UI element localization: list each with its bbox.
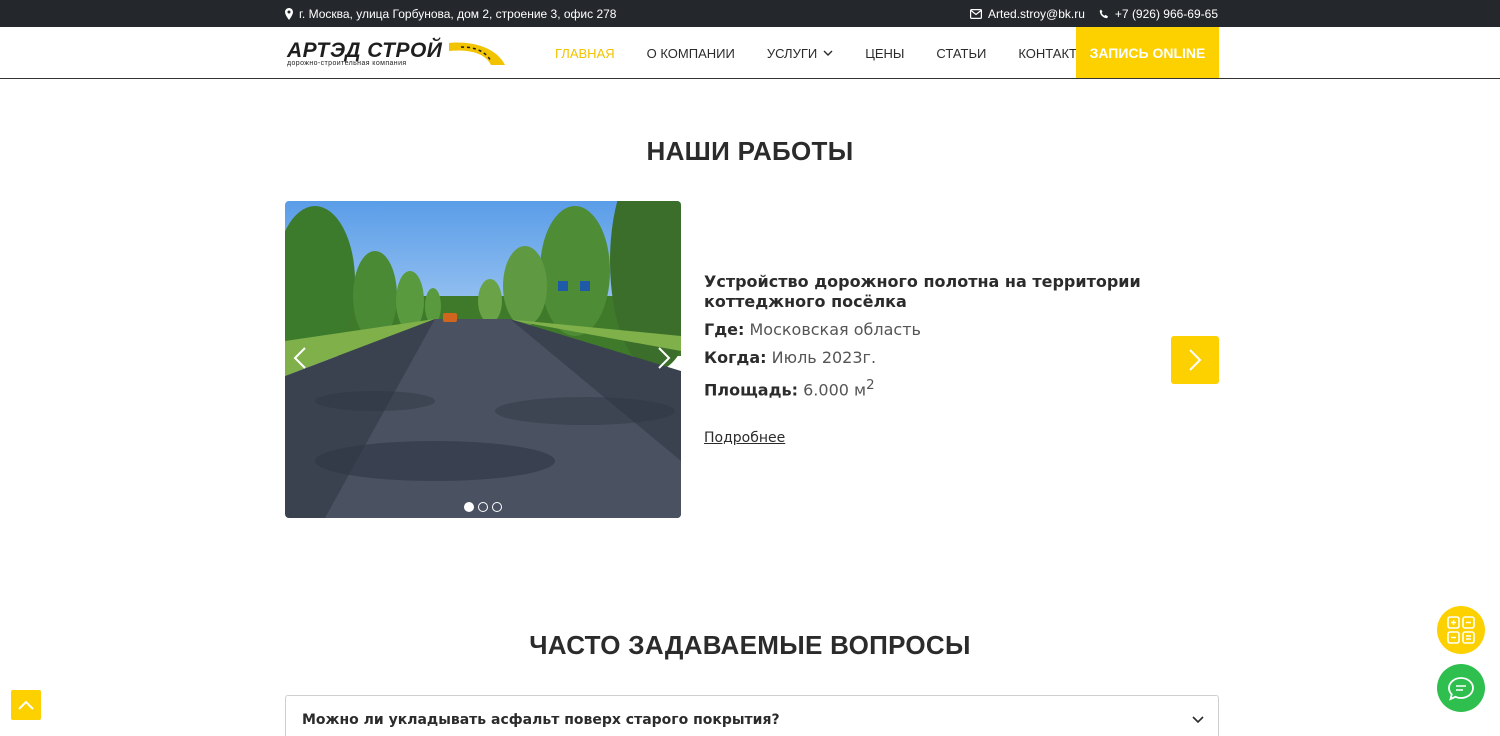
chat-bubbles-icon	[1448, 677, 1474, 701]
slider-dot-2[interactable]	[478, 502, 488, 512]
photo-prev-icon[interactable]	[293, 347, 307, 369]
where-value: Московская область	[749, 320, 921, 339]
top-contacts: Arted.stroy@bk.ru +7 (926) 966-69-65	[956, 0, 1218, 27]
phone-text: +7 (926) 966-69-65	[1114, 6, 1218, 21]
address-text: г. Москва, улица Горбунова, дом 2, строе…	[299, 6, 617, 21]
nav-services-label: Услуги	[766, 45, 818, 61]
when-label: Когда:	[704, 348, 767, 367]
road-logo-icon	[449, 42, 505, 65]
chat-button[interactable]	[1437, 664, 1485, 712]
book-online-button[interactable]: Запись online	[1076, 27, 1219, 78]
nav-services[interactable]: Услуги	[767, 46, 833, 61]
when-value: Июль 2023г.	[771, 348, 877, 367]
email-link[interactable]: Arted.stroy@bk.ru	[970, 7, 1085, 21]
more-link[interactable]: Подробнее	[704, 430, 785, 446]
nav-about[interactable]: О компании	[647, 46, 735, 61]
faq-item[interactable]: Можно ли укладывать асфальт поверх старо…	[285, 695, 1219, 736]
works-title: Наши работы	[646, 136, 854, 166]
calculator-button[interactable]	[1437, 606, 1485, 654]
photo-next-icon[interactable]	[657, 347, 671, 369]
top-bar: г. Москва, улица Горбунова, дом 2, строе…	[0, 0, 1500, 27]
address: г. Москва, улица Горбунова, дом 2, строе…	[285, 0, 616, 27]
nav-prices[interactable]: Цены	[865, 46, 904, 61]
slider-dot-3[interactable]	[492, 502, 502, 512]
road-photo	[285, 201, 681, 518]
chevron-down-icon	[823, 50, 833, 56]
main-nav: Главная О компании Услуги Цены Статьи Ко…	[555, 27, 1120, 79]
main-header: АРТЭД СТРОЙ дорожно-строительная компани…	[0, 27, 1500, 79]
area-label: Площадь:	[704, 380, 799, 400]
work-when: Когда: Июль 2023г.	[704, 348, 1144, 368]
chevron-up-icon	[18, 700, 34, 710]
location-pin-icon	[285, 7, 293, 20]
work-info: Устройство дорожного полотна на территор…	[704, 272, 1144, 446]
logo[interactable]: АРТЭД СТРОЙ дорожно-строительная компани…	[287, 39, 507, 69]
chevron-down-icon	[1192, 716, 1204, 724]
phone-icon	[1099, 9, 1108, 18]
next-work-button[interactable]	[1171, 336, 1219, 384]
logo-tagline: дорожно-строительная компания	[287, 60, 407, 67]
slider-dot-1[interactable]	[464, 502, 474, 512]
work-title: Устройство дорожного полотна на территор…	[704, 272, 1141, 311]
slider-dots	[285, 502, 681, 512]
where-label: Где:	[704, 320, 745, 339]
nav-articles[interactable]: Статьи	[936, 46, 986, 61]
faq-title: Часто задаваемые вопросы	[529, 630, 971, 660]
email-text: Arted.stroy@bk.ru	[988, 6, 1085, 21]
nav-home[interactable]: Главная	[555, 46, 615, 61]
work-area: Площадь: 6.000 м2	[704, 376, 1144, 400]
work-photo-slider[interactable]	[285, 201, 681, 518]
faq-question: Можно ли укладывать асфальт поверх старо…	[302, 712, 780, 728]
phone-link[interactable]: +7 (926) 966-69-65	[1099, 7, 1218, 21]
chevron-right-icon	[1189, 349, 1202, 371]
area-unit-sup: 2	[866, 378, 875, 393]
work-where: Где: Московская область	[704, 320, 1144, 340]
scroll-top-button[interactable]	[11, 690, 41, 720]
area-value: 6.000 м	[803, 380, 867, 400]
calculator-icon	[1447, 616, 1475, 644]
mail-icon	[970, 8, 983, 19]
